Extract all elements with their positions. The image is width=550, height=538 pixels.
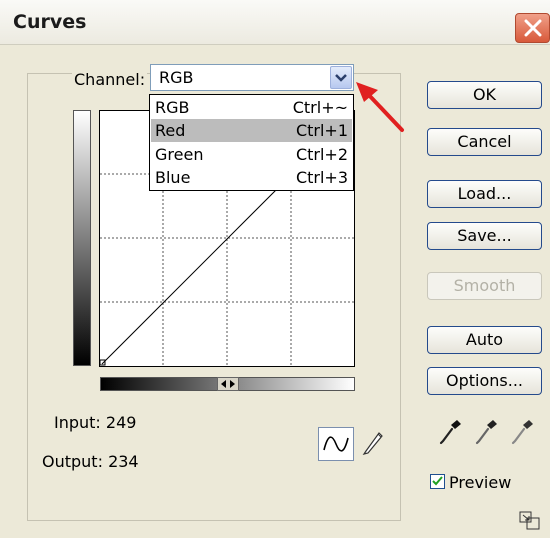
expand-dialog-icon[interactable]	[519, 511, 541, 531]
option-label: Red	[155, 121, 186, 140]
channel-option-blue[interactable]: Blue Ctrl+3	[151, 166, 352, 189]
channel-option-red[interactable]: Red Ctrl+1	[151, 119, 352, 142]
double-arrow-icon	[221, 380, 235, 388]
option-label: Blue	[155, 168, 191, 187]
close-button[interactable]	[515, 13, 550, 43]
smooth-button[interactable]: Smooth	[427, 272, 542, 300]
close-icon	[524, 19, 542, 37]
output-value: 234	[108, 452, 139, 471]
output-gradient-bar	[73, 110, 91, 366]
option-shortcut: Ctrl+3	[295, 168, 348, 187]
option-shortcut: Ctrl+2	[295, 145, 348, 164]
input-readout: Input: 249	[54, 413, 136, 432]
preview-checkbox[interactable]	[430, 474, 445, 489]
output-readout: Output: 234	[42, 452, 139, 471]
channel-option-green[interactable]: Green Ctrl+2	[151, 143, 352, 166]
save-button[interactable]: Save...	[427, 222, 542, 250]
option-label: RGB	[155, 98, 190, 117]
options-button[interactable]: Options...	[427, 367, 542, 395]
output-label: Output:	[42, 452, 103, 471]
channel-dropdown-menu: RGB Ctrl+~ Red Ctrl+1 Green Ctrl+2 Blue …	[149, 94, 354, 191]
channel-option-rgb[interactable]: RGB Ctrl+~	[151, 96, 352, 119]
auto-button[interactable]: Auto	[427, 326, 542, 354]
channel-select-value: RGB	[159, 68, 194, 87]
curve-tool-icon	[323, 436, 349, 452]
channel-select[interactable]: RGB	[150, 64, 354, 91]
gray-eyedropper-icon[interactable]	[473, 417, 499, 447]
white-eyedropper-icon[interactable]	[509, 417, 535, 447]
preview-label: Preview	[449, 473, 512, 492]
option-label: Green	[155, 145, 204, 164]
annotation-arrow-icon	[356, 82, 404, 132]
input-value: 249	[105, 413, 137, 432]
black-eyedropper-icon[interactable]	[437, 417, 463, 447]
input-label: Input:	[54, 413, 101, 432]
channel-label: Channel:	[72, 70, 148, 89]
curve-tool-button[interactable]	[318, 427, 354, 461]
gradient-toggle-button[interactable]	[217, 377, 239, 391]
ok-button[interactable]: OK	[427, 81, 542, 109]
window-title: Curves	[13, 11, 87, 33]
pencil-icon[interactable]	[360, 428, 386, 456]
check-icon	[432, 476, 443, 486]
load-button[interactable]: Load...	[427, 180, 542, 208]
cancel-button[interactable]: Cancel	[427, 128, 542, 156]
